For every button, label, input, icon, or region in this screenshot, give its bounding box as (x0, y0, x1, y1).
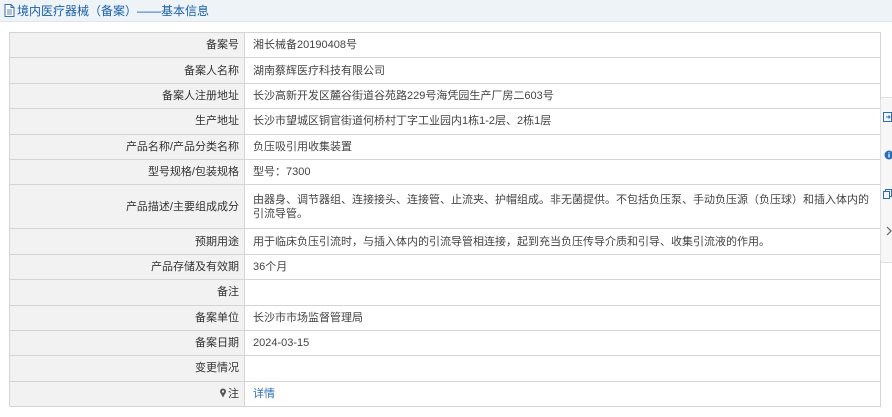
page-title: 境内医疗器械（备案）——基本信息 (17, 4, 210, 18)
row-value: 用于临床负压引流时，与插入体内的引流导管相连接，起到充当负压传导介质和引导、收集… (244, 228, 881, 255)
row-label: 产品名称/产品分类名称 (9, 133, 245, 160)
row-label: 型号规格/包装规格 (9, 158, 245, 186)
chevron-right-icon[interactable] (883, 224, 892, 238)
row-value: 长沙市市场监督管理局 (244, 304, 881, 331)
row-label: 备注 (9, 279, 245, 306)
row-value: 2024-03-15 (244, 329, 881, 357)
note-label-cell: 注 (9, 380, 245, 408)
basic-info-table: 备案号 湘长械备20190408号 备案人名称 湖南蔡辉医疗科技有限公司 备案人… (9, 31, 881, 408)
help-icon[interactable] (883, 148, 892, 162)
table-row: 型号规格/包装规格 型号：7300 (9, 158, 881, 186)
table-row: 备案单位 长沙市市场监督管理局 (9, 304, 881, 331)
row-value: 湘长械备20190408号 (244, 31, 881, 59)
table-row-note: 注 详情 (9, 380, 881, 408)
row-label: 备案人名称 (9, 57, 245, 84)
details-link[interactable]: 详情 (253, 388, 275, 400)
row-value (244, 355, 881, 382)
row-label: 备案单位 (9, 304, 245, 331)
table-row: 备注 (9, 279, 881, 306)
table-row: 备案人注册地址 长沙高新开发区麓谷街道谷苑路229号海凭园生产厂房二603号 (9, 82, 881, 110)
table-row: 生产地址 长沙市望城区铜官街道何桥村丁字工业园内1栋1-2层、2栋1层 (9, 108, 881, 135)
row-label: 产品存储及有效期 (9, 253, 245, 281)
row-label: 备案人注册地址 (9, 82, 245, 110)
row-value: 型号：7300 (244, 158, 881, 186)
table-row: 变更情况 (9, 355, 881, 382)
table-row: 预期用途 用于临床负压引流时，与插入体内的引流导管相连接，起到充当负压传导介质和… (9, 228, 881, 255)
row-label: 备案日期 (9, 329, 245, 357)
table-row: 产品存储及有效期 36个月 (9, 253, 881, 281)
copy-icon[interactable] (883, 186, 892, 200)
document-icon (4, 4, 15, 17)
pin-icon (220, 388, 226, 398)
row-value: 由器身、调节器组、连接接头、连接管、止流夹、护帽组成。非无菌提供。不包括负压泵、… (244, 184, 881, 230)
table-row: 产品名称/产品分类名称 负压吸引用收集装置 (9, 133, 881, 160)
row-label: 备案号 (9, 31, 245, 59)
row-label: 预期用途 (9, 228, 245, 255)
row-label: 生产地址 (9, 108, 245, 135)
export-icon[interactable] (883, 110, 892, 124)
row-value: 长沙高新开发区麓谷街道谷苑路229号海凭园生产厂房二603号 (244, 82, 881, 110)
note-value: 详情 (244, 380, 881, 408)
table-row: 备案日期 2024-03-15 (9, 329, 881, 357)
note-label: 注 (228, 387, 239, 400)
row-value: 长沙市望城区铜官街道何桥村丁字工业园内1栋1-2层、2栋1层 (244, 108, 881, 135)
page-title-bar: 境内医疗器械（备案）——基本信息 (0, 0, 892, 22)
table-row: 备案号 湘长械备20190408号 (9, 31, 881, 59)
row-label: 产品描述/主要组成成分 (9, 184, 245, 230)
row-value: 负压吸引用收集装置 (244, 133, 881, 160)
table-row: 备案人名称 湖南蔡辉医疗科技有限公司 (9, 57, 881, 84)
row-value (244, 279, 881, 306)
row-value: 36个月 (244, 253, 881, 281)
row-label: 变更情况 (9, 355, 245, 382)
row-value: 湖南蔡辉医疗科技有限公司 (244, 57, 881, 84)
table-row: 产品描述/主要组成成分 由器身、调节器组、连接接头、连接管、止流夹、护帽组成。非… (9, 184, 881, 230)
side-toolbar (880, 97, 892, 263)
